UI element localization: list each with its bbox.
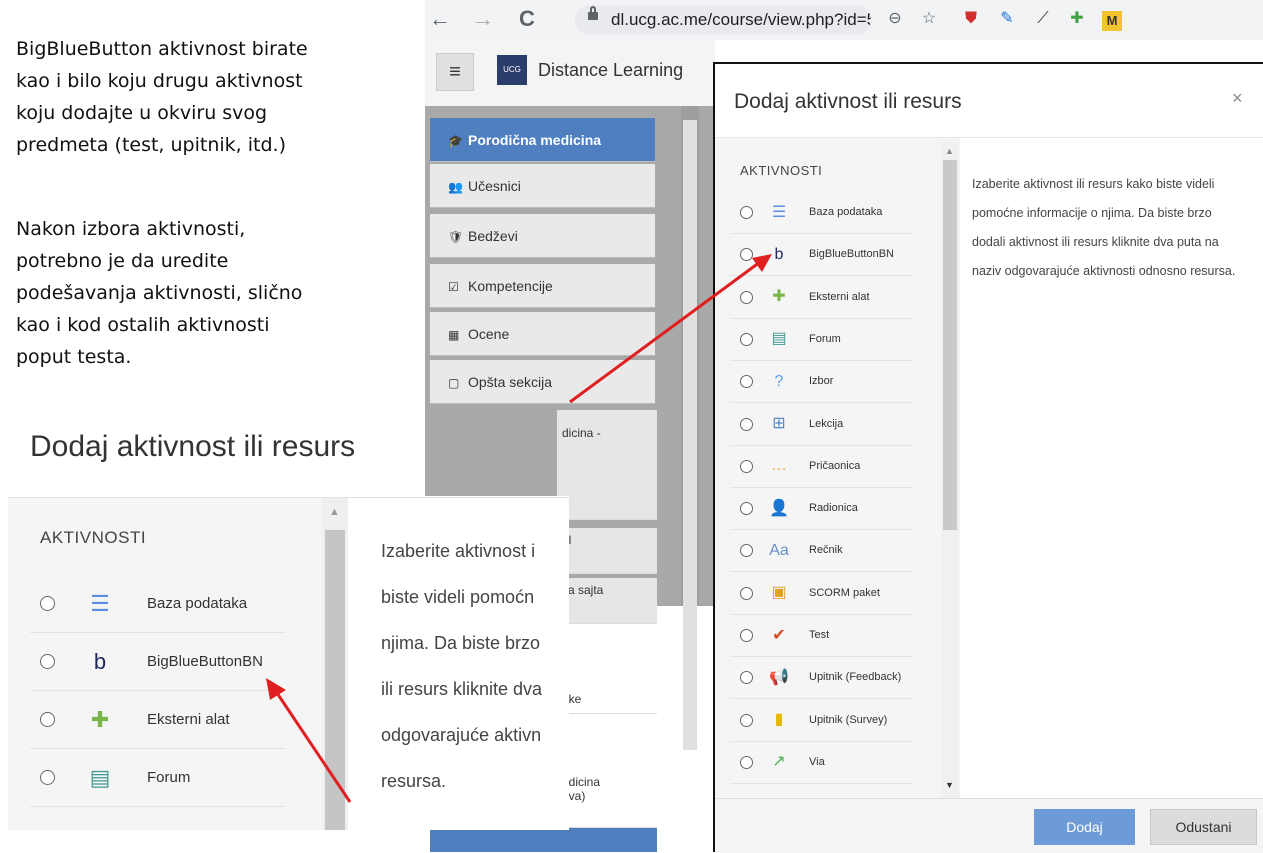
red-arrow-main [569,260,761,404]
arrowhead-main [752,254,772,272]
annotation-arrows [266,254,772,803]
arrowhead-zoom [266,678,286,700]
red-arrow-zoom [273,689,352,803]
